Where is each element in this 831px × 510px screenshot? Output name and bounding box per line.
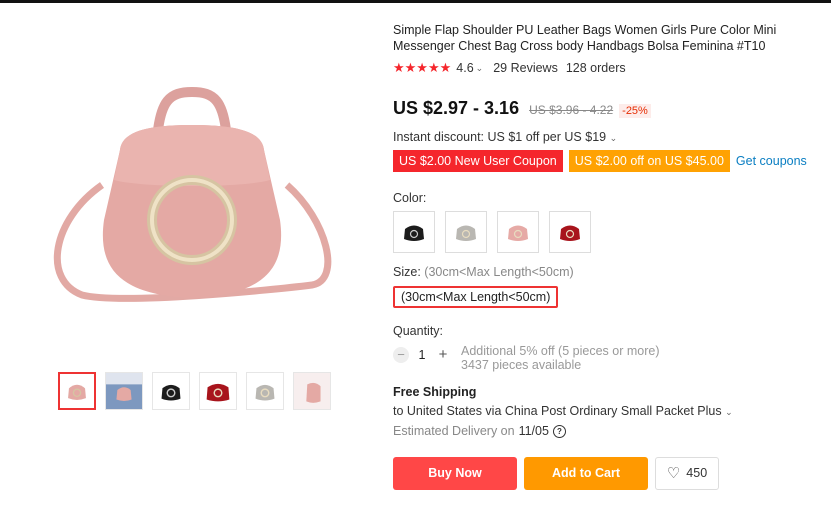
orders-count: 128 orders: [565, 61, 626, 75]
shipping-method-text: to United States via China Post Ordinary…: [393, 404, 722, 418]
chevron-down-icon[interactable]: ⌄: [476, 63, 484, 74]
add-to-cart-button[interactable]: Add to Cart: [524, 457, 648, 490]
quantity-value[interactable]: 1: [409, 348, 435, 362]
coupons-row: US $2.00 New User Coupon US $2.00 off on…: [393, 150, 823, 172]
instant-discount[interactable]: Instant discount: US $1 off per US $19 ⌄: [393, 130, 823, 144]
wishlist-button[interactable]: ♡ 450: [655, 457, 719, 490]
color-swatches: [393, 211, 823, 253]
size-label: Size: (30cm<Max Length<50cm): [393, 265, 823, 279]
current-price: US $2.97 - 3.16: [393, 98, 520, 118]
color-option-silver[interactable]: [445, 211, 487, 253]
shipping-method[interactable]: to United States via China Post Ordinary…: [393, 404, 823, 418]
color-option-red[interactable]: [549, 211, 591, 253]
heart-icon: ♡: [666, 465, 681, 482]
size-label-text: Size:: [393, 265, 421, 279]
new-user-coupon[interactable]: US $2.00 New User Coupon: [393, 150, 563, 172]
instant-discount-text: Instant discount: US $1 off per US $19: [393, 130, 607, 144]
action-buttons: Buy Now Add to Cart ♡ 450: [393, 457, 823, 490]
thumbnail-red-bag[interactable]: [199, 372, 237, 410]
thumbnail-silver-bag[interactable]: [246, 372, 284, 410]
chevron-down-icon[interactable]: ⌄: [725, 407, 733, 417]
reviews-link[interactable]: 29 Reviews: [493, 61, 558, 75]
original-price: US $3.96 - 4.22: [529, 103, 614, 117]
color-option-pink[interactable]: [497, 211, 539, 253]
rating-stars-icon: ★★★★★: [393, 60, 452, 75]
thumbnail-pink-bag-side[interactable]: [293, 372, 331, 410]
thumbnail-denim-model[interactable]: [105, 372, 143, 410]
color-option-black[interactable]: [393, 211, 435, 253]
thumbnail-black-bag[interactable]: [152, 372, 190, 410]
discount-badge: -25%: [619, 104, 651, 118]
delivery-date: 11/05: [518, 424, 549, 438]
quantity-stepper: − 1 +: [393, 347, 451, 363]
rating-value[interactable]: 4.6: [456, 61, 473, 75]
shipping-title: Free Shipping: [393, 385, 477, 399]
quantity-info: Additional 5% off (5 pieces or more) 343…: [461, 344, 659, 372]
color-label: Color:: [393, 191, 427, 205]
store-coupon[interactable]: US $2.00 off on US $45.00: [568, 150, 730, 172]
product-info-panel: Simple Flap Shoulder PU Leather Bags Wom…: [393, 22, 823, 490]
quantity-row: − 1 + Additional 5% off (5 pieces or mor…: [393, 344, 823, 372]
size-option-selected[interactable]: (30cm<Max Length<50cm): [393, 286, 559, 308]
help-icon[interactable]: ?: [552, 424, 566, 438]
delivery-label: Estimated Delivery on: [393, 424, 515, 438]
quantity-increase-button[interactable]: +: [435, 347, 451, 363]
price-row: US $2.97 - 3.16 US $3.96 - 4.22 -25%: [393, 98, 823, 119]
top-bar: [0, 0, 831, 3]
quantity-decrease-button[interactable]: −: [393, 347, 409, 363]
rating-row: ★★★★★ 4.6 ⌄ 29 Reviews 128 orders: [393, 60, 823, 76]
quantity-label: Quantity:: [393, 324, 444, 338]
bulk-discount-text: Additional 5% off (5 pieces or more): [461, 344, 660, 358]
stock-available: 3437 pieces available: [461, 358, 582, 372]
wishlist-count: 450: [686, 466, 708, 480]
get-coupons-link[interactable]: Get coupons: [736, 154, 807, 168]
buy-now-button[interactable]: Buy Now: [393, 457, 517, 490]
size-selected-hint: (30cm<Max Length<50cm): [424, 265, 574, 279]
thumbnail-pink-bag[interactable]: [58, 372, 96, 410]
product-title: Simple Flap Shoulder PU Leather Bags Wom…: [393, 23, 777, 53]
thumbnail-strip: [58, 372, 331, 410]
chevron-down-icon[interactable]: ⌄: [610, 133, 618, 143]
main-product-image[interactable]: [42, 70, 342, 345]
estimated-delivery: Estimated Delivery on 11/05 ?: [393, 424, 823, 438]
